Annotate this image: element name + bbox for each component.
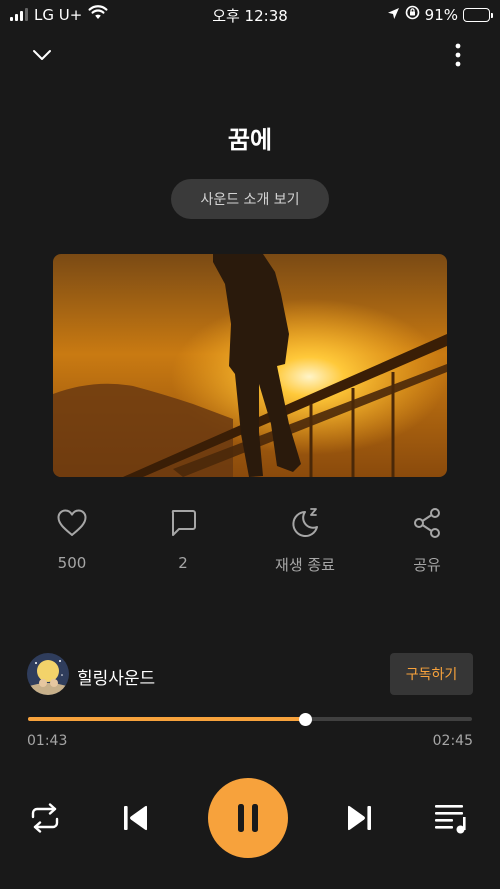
status-bar: LG U+ 오후 12:38 91% bbox=[0, 0, 500, 30]
skip-next-icon bbox=[348, 805, 371, 831]
location-arrow-icon bbox=[387, 6, 400, 24]
elapsed-time: 01:43 bbox=[27, 733, 68, 749]
like-action[interactable]: 500 bbox=[22, 505, 122, 572]
album-artwork bbox=[53, 254, 447, 477]
previous-track-button[interactable] bbox=[120, 803, 150, 833]
repeat-icon bbox=[31, 803, 59, 833]
channel-name[interactable]: 힐링사운드 bbox=[77, 664, 155, 689]
progress-played bbox=[28, 717, 306, 721]
subscribe-button[interactable]: 구독하기 bbox=[390, 653, 473, 695]
channel-avatar[interactable] bbox=[27, 653, 69, 695]
comment-icon bbox=[165, 505, 201, 541]
track-title: 꿈에 bbox=[227, 126, 273, 154]
progress-slider[interactable] bbox=[28, 712, 472, 726]
channel-row: 힐링사운드 구독하기 bbox=[27, 653, 473, 695]
moon-sleep-icon bbox=[287, 505, 323, 541]
more-vertical-icon bbox=[455, 43, 461, 67]
playlist-button[interactable] bbox=[432, 800, 470, 836]
sound-intro-button[interactable]: 사운드 소개 보기 bbox=[171, 179, 329, 219]
progress-knob[interactable] bbox=[298, 712, 312, 726]
status-right: 91% bbox=[387, 5, 493, 24]
comment-count: 2 bbox=[178, 554, 188, 572]
orientation-lock-icon bbox=[405, 5, 420, 24]
action-bar: 500 2 재생 종료 공유 bbox=[0, 505, 500, 575]
next-track-button[interactable] bbox=[345, 803, 375, 833]
pause-icon bbox=[238, 804, 258, 832]
share-icon bbox=[409, 505, 445, 541]
battery-icon bbox=[463, 7, 493, 22]
skip-previous-icon bbox=[124, 805, 147, 831]
battery-percent: 91% bbox=[424, 5, 458, 24]
like-count: 500 bbox=[57, 554, 87, 572]
repeat-button[interactable] bbox=[28, 801, 62, 835]
playlist-icon bbox=[435, 805, 466, 834]
heart-icon bbox=[54, 505, 90, 541]
total-duration: 02:45 bbox=[432, 733, 473, 749]
sleep-timer-label: 재생 종료 bbox=[275, 556, 335, 574]
collapse-button[interactable] bbox=[27, 40, 57, 70]
comment-action[interactable]: 2 bbox=[133, 505, 233, 572]
play-pause-button[interactable] bbox=[208, 778, 288, 858]
sleep-timer-action[interactable]: 재생 종료 bbox=[255, 505, 355, 575]
share-label: 공유 bbox=[413, 556, 441, 574]
more-options-button[interactable] bbox=[443, 40, 473, 70]
share-action[interactable]: 공유 bbox=[377, 505, 477, 575]
chevron-down-icon bbox=[33, 50, 51, 60]
